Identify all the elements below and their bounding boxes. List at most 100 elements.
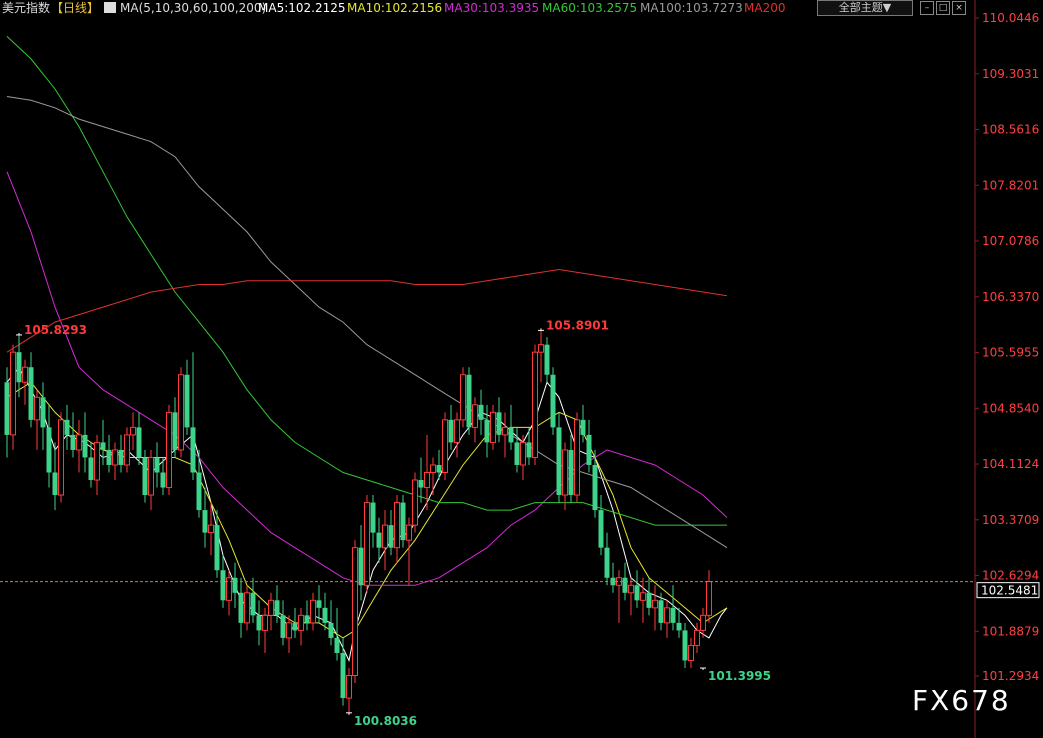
candle: [292, 607, 298, 638]
candle-body: [670, 607, 676, 623]
candle-body: [700, 614, 706, 631]
candle-body: [496, 412, 502, 435]
candle: [430, 457, 436, 496]
candle-body: [394, 502, 400, 549]
candle-body: [310, 599, 316, 624]
candle-body: [376, 532, 382, 548]
candle-body: [22, 366, 28, 383]
candle: [76, 419, 82, 473]
candle-body: [646, 592, 652, 608]
candle-body: [388, 525, 394, 548]
axis-tick-label: 104.8540: [982, 401, 1039, 415]
candle: [16, 334, 22, 398]
candle: [40, 382, 46, 450]
candle: [610, 562, 616, 593]
candle: [280, 600, 286, 646]
candle: [616, 570, 622, 623]
candle: [166, 404, 172, 496]
candle-body: [286, 622, 292, 639]
candle-body: [124, 434, 130, 466]
candle: [484, 404, 490, 458]
candle: [682, 622, 688, 668]
axis-tick-label: 107.8201: [982, 178, 1039, 192]
candle: [544, 337, 550, 383]
candle-body: [46, 427, 52, 473]
candle: [514, 427, 520, 473]
candle-body: [448, 419, 454, 443]
candle-body: [238, 592, 244, 623]
candle-body: [556, 427, 562, 496]
candle-body: [322, 607, 328, 623]
candle-body: [172, 412, 178, 450]
axis-tick-label: 109.3031: [982, 67, 1039, 81]
candle: [154, 442, 160, 488]
candle: [64, 404, 70, 450]
candle: [694, 622, 700, 653]
candle-body: [706, 581, 712, 616]
candle-body: [118, 449, 124, 465]
candle: [352, 540, 358, 684]
candle-body: [76, 434, 82, 451]
candle-body: [442, 419, 448, 473]
candle: [670, 585, 676, 631]
candle: [448, 404, 454, 450]
candle: [490, 404, 496, 450]
candle: [454, 412, 460, 458]
candle: [118, 434, 124, 473]
annotation-label: 105.8293: [24, 323, 87, 337]
candle-body: [658, 600, 664, 623]
candle: [202, 487, 208, 548]
current-price-label: 102.5481: [981, 584, 1038, 598]
candle-body: [526, 442, 532, 458]
candle-body: [202, 510, 208, 533]
candle: [472, 397, 478, 443]
candle-body: [232, 577, 238, 593]
candle-body: [220, 570, 226, 601]
candle: [82, 412, 88, 473]
candle-body: [214, 525, 220, 571]
axis-tick-label: 101.2934: [982, 669, 1039, 683]
candle: [256, 600, 262, 646]
candle-body: [550, 374, 556, 428]
candle-body: [94, 441, 100, 481]
candle-body: [694, 629, 700, 646]
candle: [262, 607, 268, 653]
candle-body: [580, 419, 586, 435]
candle-body: [298, 614, 304, 631]
candle-body: [208, 524, 214, 534]
candlestick-chart[interactable]: 105.8293 105.8901 100.8036 101.3995 110.044…: [0, 0, 1043, 738]
candle: [634, 570, 640, 608]
candle: [664, 600, 670, 638]
candle-body: [472, 404, 478, 428]
candle: [406, 517, 412, 586]
candle-body: [568, 449, 574, 496]
axis-tick-label: 106.3370: [982, 290, 1039, 304]
candle-body: [640, 592, 646, 601]
candle-body: [460, 374, 466, 421]
candle-body: [574, 419, 580, 496]
candle: [10, 344, 16, 450]
candle-body: [664, 607, 670, 624]
candle-body: [166, 411, 172, 489]
candle-body: [382, 524, 388, 549]
candle-body: [112, 449, 118, 466]
candle-body: [652, 599, 658, 609]
candle: [460, 367, 466, 428]
price-annotations: 105.8293 105.8901 100.8036 101.3995: [16, 318, 771, 728]
candle-body: [256, 615, 262, 631]
annotation-label: 100.8036: [354, 714, 417, 728]
candle-body: [142, 457, 148, 496]
candle: [172, 397, 178, 458]
candle: [388, 510, 394, 556]
candle: [568, 434, 574, 503]
candle-body: [292, 622, 298, 631]
axis-tick-label: 107.0786: [982, 234, 1039, 248]
candle-body: [418, 480, 424, 488]
candle-body: [490, 411, 496, 443]
candle-body: [412, 479, 418, 526]
candle: [532, 344, 538, 465]
candle-body: [100, 442, 106, 450]
candle-body: [604, 547, 610, 578]
candle: [688, 637, 694, 669]
candle-body: [466, 374, 472, 428]
